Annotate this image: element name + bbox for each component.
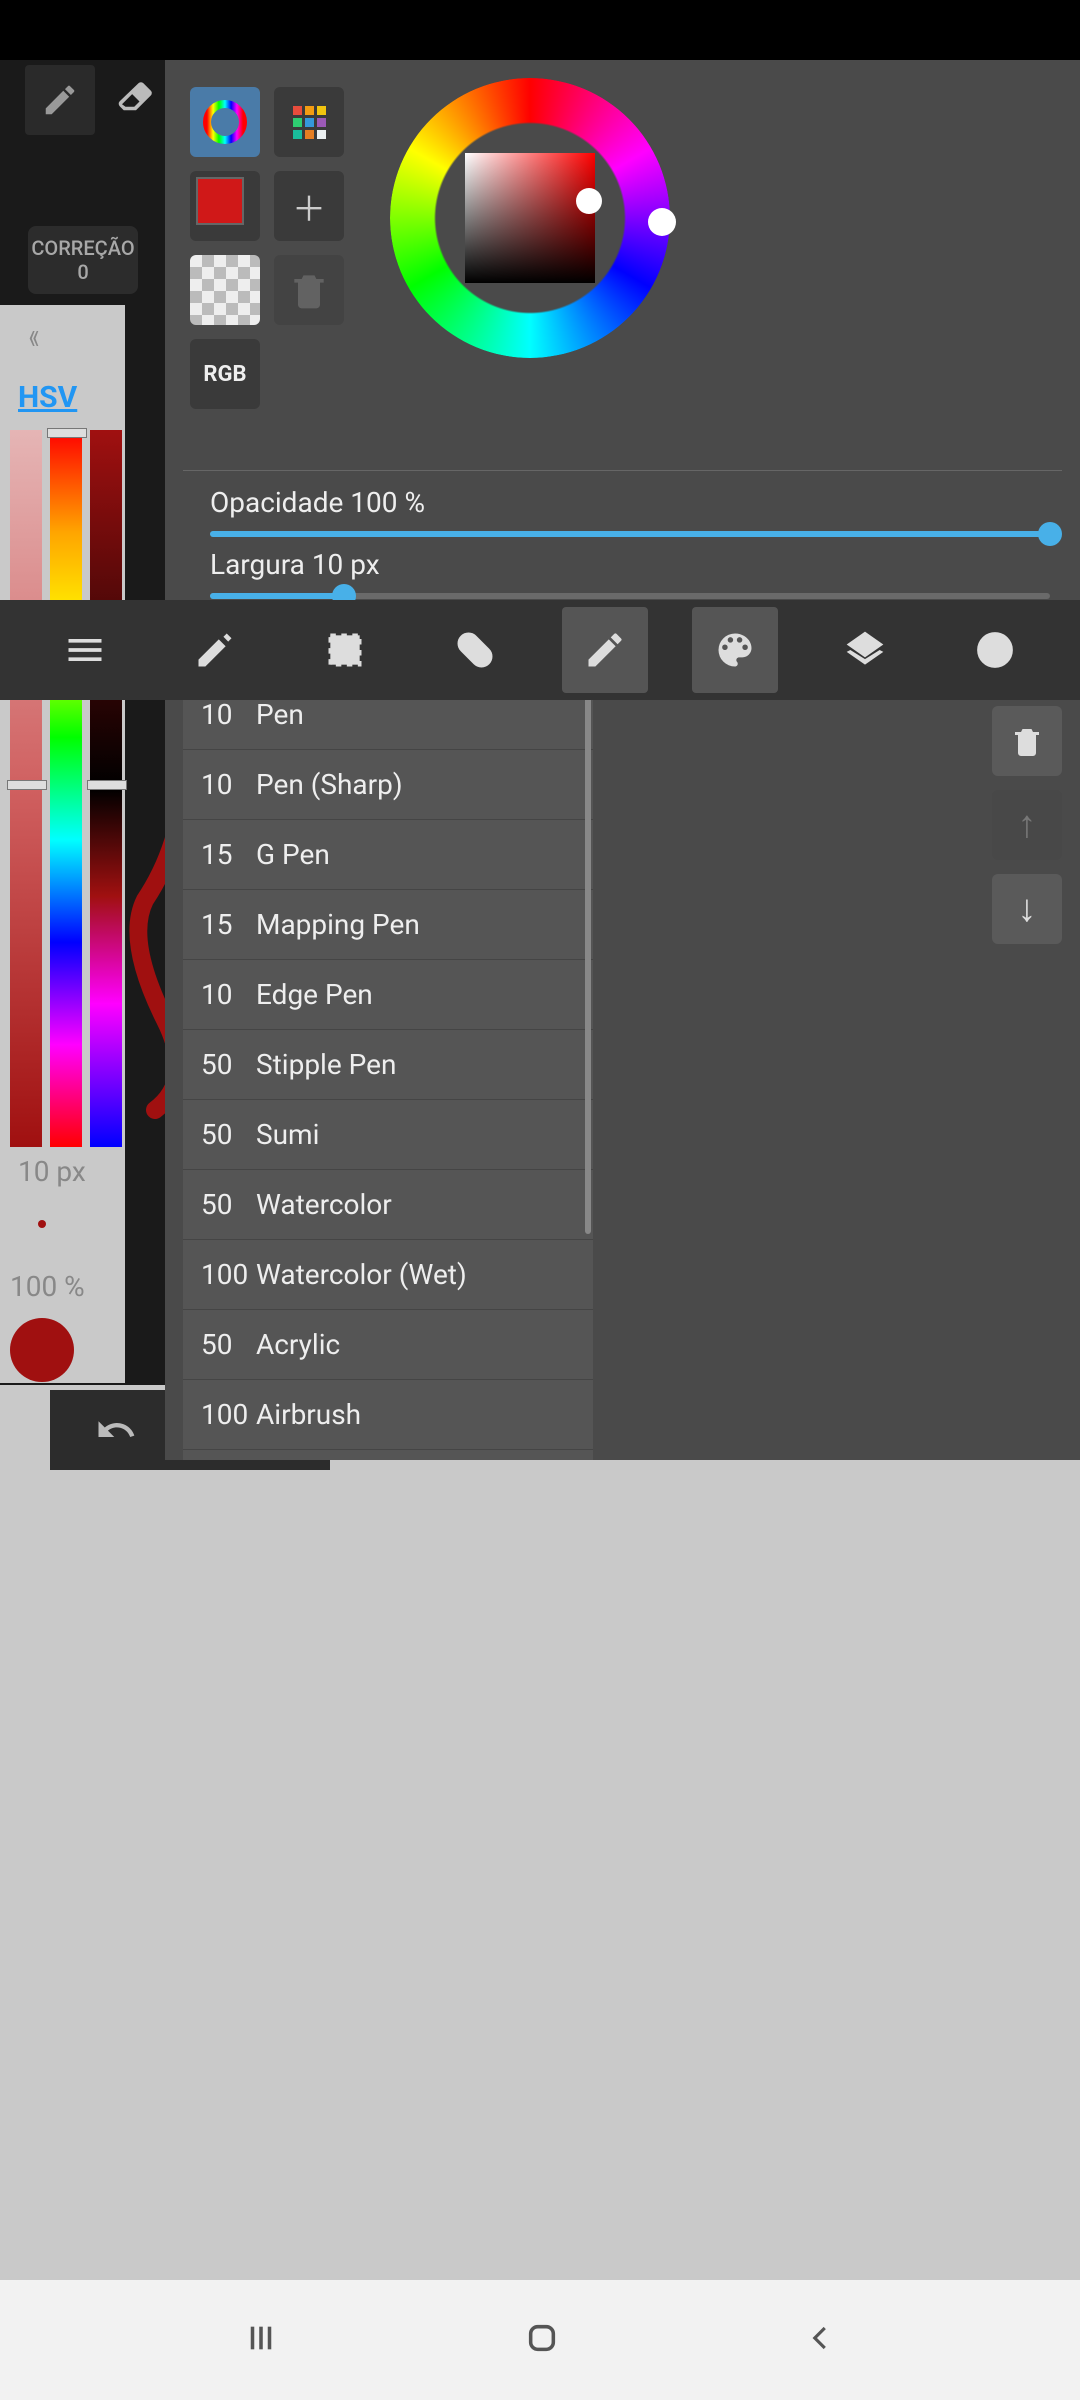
eraser-tool-button[interactable] <box>115 77 157 123</box>
brush-name-label: Mapping Pen <box>256 908 575 941</box>
brush-size-readout: 10 px <box>18 1155 86 1188</box>
scrollbar[interactable] <box>585 614 591 1234</box>
color-tab-button[interactable] <box>692 607 778 693</box>
opacity-slider-label: Opacidade 100 % <box>210 486 1050 519</box>
brush-size-value: 100 <box>201 1258 256 1291</box>
brush-row[interactable]: 15Mapping Pen <box>183 890 593 960</box>
brush-name-label: Pen <box>256 698 575 731</box>
brush-list[interactable]: 10Pencil10Pen10Pen (Sharp)15G Pen15Mappi… <box>183 610 593 1460</box>
brush-name-label: Watercolor (Wet) <box>256 1258 575 1291</box>
brush-row[interactable]: 100Airbrush <box>183 1380 593 1450</box>
hue-thumb[interactable] <box>648 208 676 236</box>
width-slider-label: Largura 10 px <box>210 548 1050 581</box>
opacity-readout: 100 % <box>10 1270 85 1303</box>
transparency-button[interactable] <box>190 255 260 325</box>
brush-size-value: 50 <box>201 1118 256 1151</box>
brush-size-value: 50 <box>201 1188 256 1221</box>
home-button[interactable] <box>525 2321 559 2359</box>
saturation-slider[interactable] <box>10 430 42 1147</box>
hue-slider[interactable] <box>50 430 82 1147</box>
brush-size-value: 10 <box>201 978 256 1011</box>
brush-row[interactable]: 100Watercolor (Wet) <box>183 1240 593 1310</box>
brush-size-value: 50 <box>201 1048 256 1081</box>
back-button[interactable] <box>806 2323 836 2357</box>
brush-size-value: 10 <box>201 768 256 801</box>
hsv-mode-label[interactable]: HSV <box>18 380 77 415</box>
brush-name-label: Acrylic <box>256 1328 575 1361</box>
sv-thumb[interactable] <box>576 188 602 214</box>
brush-settings-panel: ＋ RGB Opacidade 100 % Largura 10 px <box>165 60 1080 1460</box>
bottom-toolbar <box>0 600 1080 700</box>
selection-button[interactable] <box>302 607 388 693</box>
brush-row[interactable]: 50Sumi <box>183 1100 593 1170</box>
brush-name-label: Edge Pen <box>256 978 575 1011</box>
brush-name-label: Stipple Pen <box>256 1048 575 1081</box>
brush-size-value: 15 <box>201 908 256 941</box>
correction-value: 0 <box>77 260 88 284</box>
rotate-button[interactable] <box>432 607 518 693</box>
layers-button[interactable] <box>822 607 908 693</box>
width-slider[interactable] <box>210 593 1050 599</box>
menu-button[interactable] <box>42 607 128 693</box>
brush-name-label: Pen (Sharp) <box>256 768 575 801</box>
brush-size-value: 10 <box>201 698 256 731</box>
correction-label: CORREÇÃO <box>31 236 134 260</box>
brush-name-label: Airbrush <box>256 1398 575 1431</box>
delete-swatch-button <box>274 255 344 325</box>
brush-size-value: 15 <box>201 838 256 871</box>
divider <box>183 470 1062 471</box>
brush-row[interactable]: 50Watercolor <box>183 1170 593 1240</box>
brush-row[interactable]: 10Pen (Sharp) <box>183 750 593 820</box>
brush-tab-button[interactable] <box>562 607 648 693</box>
sv-picker[interactable] <box>465 153 595 283</box>
brush-size-value: 100 <box>201 1398 256 1431</box>
android-nav-bar <box>0 2280 1080 2400</box>
rgb-mode-button[interactable]: RGB <box>190 339 260 409</box>
brush-tool-button[interactable] <box>25 65 95 135</box>
opacity-slider[interactable] <box>210 531 1050 537</box>
recents-button[interactable] <box>244 2321 278 2359</box>
brush-preview-dot <box>38 1220 46 1228</box>
brush-name-label: G Pen <box>256 838 575 871</box>
brush-row[interactable]: 10Edge Pen <box>183 960 593 1030</box>
status-bar <box>0 0 1080 60</box>
edit-button[interactable] <box>172 607 258 693</box>
correction-button[interactable]: CORREÇÃO 0 <box>28 226 138 294</box>
brush-name-label: Sumi <box>256 1118 575 1151</box>
brush-name-label: Watercolor <box>256 1188 575 1221</box>
move-up-button[interactable]: ↑ <box>992 790 1062 860</box>
brush-row[interactable]: 50Stipple Pen <box>183 1030 593 1100</box>
undo-icon[interactable] <box>95 1409 137 1451</box>
color-preview-circle[interactable] <box>10 1318 74 1382</box>
color-swatch-button[interactable] <box>190 171 260 241</box>
color-wheel-mode-button[interactable] <box>190 87 260 157</box>
palette-grid-mode-button[interactable] <box>274 87 344 157</box>
collapse-icon[interactable]: « <box>29 315 40 359</box>
brush-row[interactable]: 15G Pen <box>183 820 593 890</box>
delete-brush-button[interactable] <box>992 706 1062 776</box>
brush-row[interactable]: 50Acrylic <box>183 1310 593 1380</box>
add-swatch-button[interactable]: ＋ <box>274 171 344 241</box>
move-down-button[interactable]: ↓ <box>992 874 1062 944</box>
brush-size-value: 50 <box>201 1328 256 1361</box>
more-button[interactable] <box>952 607 1038 693</box>
color-wheel[interactable] <box>390 78 670 358</box>
